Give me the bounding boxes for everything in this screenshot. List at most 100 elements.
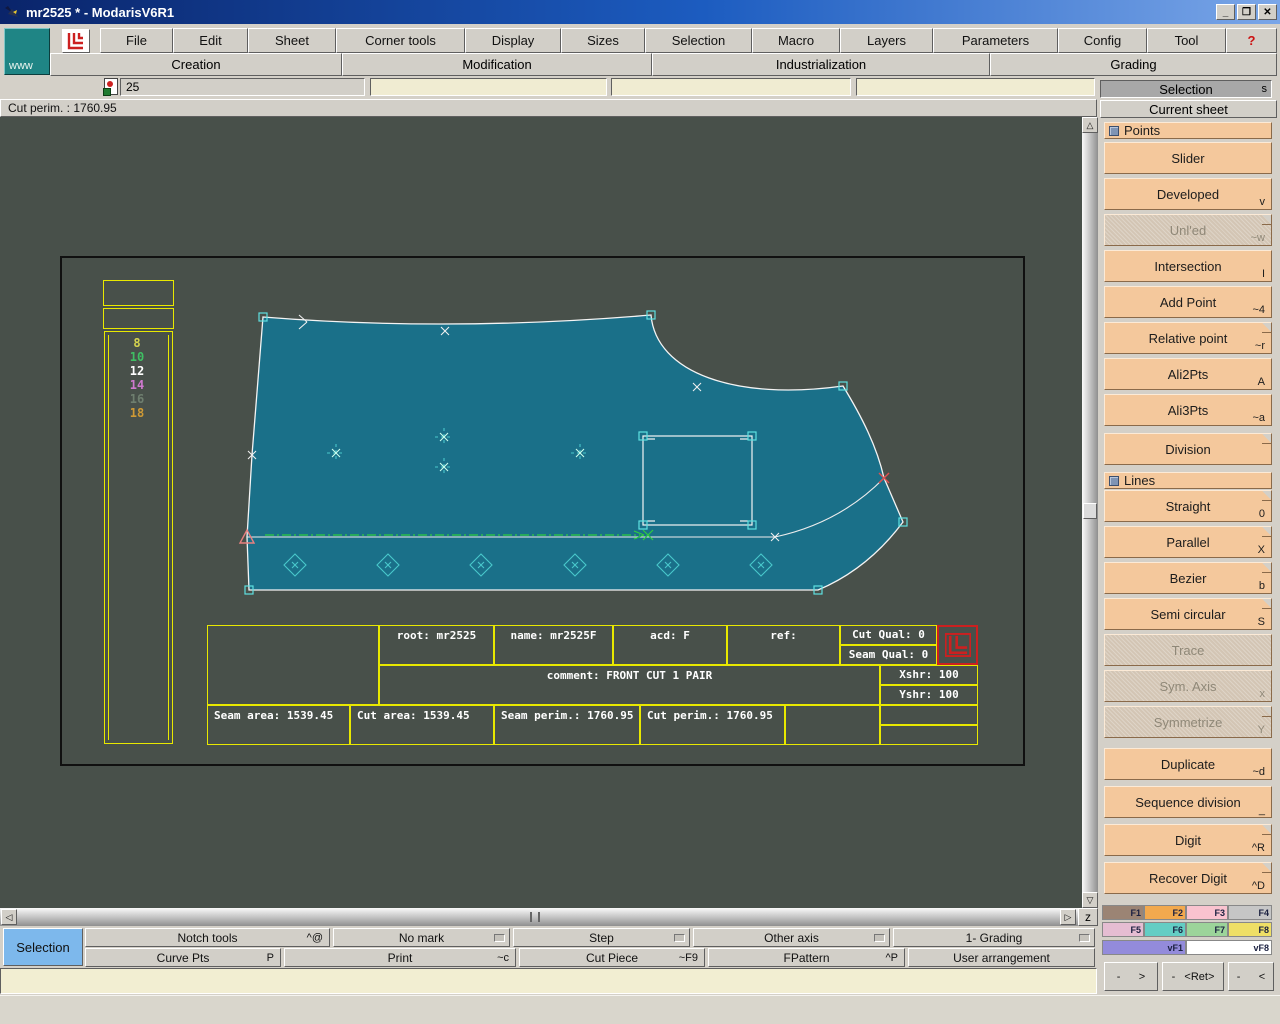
fkey-f2[interactable]: F2	[1144, 905, 1186, 920]
points-section-header: Points	[1104, 122, 1272, 139]
tool-ali2pts[interactable]: Ali2Pts A	[1104, 358, 1272, 390]
tool-digit[interactable]: Digit ^R	[1104, 824, 1272, 856]
entry-field-4[interactable]	[856, 78, 1095, 96]
window-title: mr2525 * - ModarisV6R1	[26, 4, 175, 20]
section-checkbox-icon[interactable]	[1109, 125, 1119, 136]
fkey-f1[interactable]: F1	[1102, 905, 1144, 920]
tab-industrialization[interactable]: Industrialization	[652, 53, 990, 76]
nav-next-button[interactable]: - >	[1104, 962, 1158, 991]
fkey-f6[interactable]: F6	[1144, 922, 1186, 937]
horizontal-scrollbar[interactable]: ◁ ▷	[0, 908, 1078, 926]
www-button[interactable]: www	[4, 28, 50, 75]
tab-grading[interactable]: Grading	[990, 53, 1277, 76]
fkey-f7[interactable]: F7	[1186, 922, 1228, 937]
fkey-f5[interactable]: F5	[1102, 922, 1144, 937]
fkey-vf8[interactable]: vF8	[1186, 940, 1272, 955]
user-arrangement-button[interactable]: User arrangement	[908, 948, 1095, 967]
modaris-window: mr2525 * - ModarisV6R1 _ ❐ ✕ www File Ed…	[0, 0, 1280, 1024]
tool-ali3pts[interactable]: Ali3Pts ~a	[1104, 394, 1272, 426]
help-menu-icon[interactable]: ?	[1226, 28, 1277, 53]
curve-pts-button[interactable]: Curve Pts P	[85, 948, 281, 967]
button-label: Other axis	[764, 930, 819, 945]
button-label: User arrangement	[953, 950, 1050, 965]
sheet-number-field[interactable]: 25	[120, 78, 365, 96]
entry-field-3[interactable]	[611, 78, 851, 96]
lectra-logo-cell	[937, 625, 978, 665]
vertical-scrollbar[interactable]: △ ▽	[1082, 117, 1098, 908]
menu-selection[interactable]: Selection	[645, 28, 752, 53]
fkey-f8[interactable]: F8	[1228, 922, 1272, 937]
tool-semi-circular[interactable]: Semi circular S	[1104, 598, 1272, 630]
print-button[interactable]: Print ~c	[284, 948, 516, 967]
step-dropdown[interactable]: Step	[513, 928, 690, 947]
button-label: Cut Piece	[585, 950, 639, 965]
tool-add-point[interactable]: Add Point ~4	[1104, 286, 1272, 318]
menu-edit[interactable]: Edit	[173, 28, 248, 53]
app-icon	[5, 5, 18, 17]
notch-tools-button[interactable]: Notch tools ^@	[85, 928, 330, 947]
cut-piece-button[interactable]: Cut Piece ~F9	[519, 948, 705, 967]
other-axis-dropdown[interactable]: Other axis	[693, 928, 890, 947]
minimize-button[interactable]: _	[1216, 4, 1235, 20]
menu-tool[interactable]: Tool	[1147, 28, 1226, 53]
tool-parallel[interactable]: Parallel X	[1104, 526, 1272, 558]
current-sheet-button[interactable]: Current sheet	[1100, 100, 1277, 118]
zoom-z-button[interactable]: z	[1078, 908, 1098, 926]
entry-field-2[interactable]	[370, 78, 607, 96]
dropdown-indicator-icon	[494, 933, 505, 942]
section-checkbox-icon[interactable]	[1109, 475, 1119, 486]
restore-button[interactable]: ❐	[1237, 4, 1256, 20]
menu-parameters[interactable]: Parameters	[933, 28, 1058, 53]
tool-bezier[interactable]: Bezier b	[1104, 562, 1272, 594]
close-button[interactable]: ✕	[1258, 4, 1277, 20]
vertical-scroll-thumb[interactable]	[1083, 503, 1097, 519]
menu-corner-tools[interactable]: Corner tools	[336, 28, 465, 53]
horizontal-scroll-grip[interactable]	[530, 912, 540, 922]
menu-file[interactable]: File	[100, 28, 173, 53]
shortcut-label: ^@	[306, 931, 323, 944]
pattern-piece-outline[interactable]	[246, 314, 904, 591]
tool-sequence-division[interactable]: Sequence division _	[1104, 786, 1272, 818]
table-cell-cut-area: Cut area: 1539.45	[350, 705, 494, 745]
tool-duplicate[interactable]: Duplicate ~d	[1104, 748, 1272, 780]
tool-recover-digit[interactable]: Recover Digit ^D	[1104, 862, 1272, 894]
menu-config[interactable]: Config	[1058, 28, 1147, 53]
tool-relative-point[interactable]: Relative point ~r	[1104, 322, 1272, 354]
no-mark-dropdown[interactable]: No mark	[333, 928, 510, 947]
fkey-f4[interactable]: F4	[1228, 905, 1272, 920]
scroll-down-icon[interactable]: ▽	[1082, 892, 1098, 908]
menu-display[interactable]: Display	[465, 28, 561, 53]
nav-return-button[interactable]: - <Ret>	[1162, 962, 1224, 991]
selection-mode-button[interactable]: Selection	[3, 928, 83, 966]
tab-creation[interactable]: Creation	[50, 53, 342, 76]
fkey-vf1[interactable]: vF1	[1102, 940, 1186, 955]
fpattern-button[interactable]: FPattern ^P	[708, 948, 905, 967]
button-label: FPattern	[783, 950, 830, 965]
menu-sheet[interactable]: Sheet	[248, 28, 336, 53]
fkey-f3[interactable]: F3	[1186, 905, 1228, 920]
tool-developed[interactable]: Developed v	[1104, 178, 1272, 210]
menu-sizes[interactable]: Sizes	[561, 28, 645, 53]
scroll-right-icon[interactable]: ▷	[1060, 909, 1076, 925]
status-bar: Cut perim. : 1760.95	[0, 99, 1097, 117]
scroll-up-icon[interactable]: △	[1082, 117, 1098, 133]
tool-slider[interactable]: Slider	[1104, 142, 1272, 174]
tool-straight[interactable]: Straight 0	[1104, 490, 1272, 522]
grading-dropdown[interactable]: 1- Grading	[893, 928, 1095, 947]
tab-modification[interactable]: Modification	[342, 53, 652, 76]
panel-selection-button[interactable]: Selection s	[1100, 80, 1272, 98]
dropdown-indicator-icon	[674, 933, 685, 942]
tool-division[interactable]: Division	[1104, 433, 1272, 465]
nav-prev-button[interactable]: - <	[1228, 962, 1274, 991]
table-cell-empty	[880, 705, 978, 725]
tool-intersection[interactable]: Intersection I	[1104, 250, 1272, 282]
tool-trace: Trace	[1104, 634, 1272, 666]
table-cell-seam-area: Seam area: 1539.45	[207, 705, 350, 745]
menu-layers[interactable]: Layers	[840, 28, 933, 53]
table-cell-ref: ref:	[727, 625, 840, 665]
pattern-piece-drawing[interactable]	[0, 117, 1082, 908]
drawing-canvas[interactable]: 8 10 12 14 16 18 root: mr2525 name: mr25…	[0, 117, 1082, 908]
shortcut-label: P	[266, 951, 274, 964]
scroll-left-icon[interactable]: ◁	[1, 909, 17, 925]
menu-macro[interactable]: Macro	[752, 28, 840, 53]
